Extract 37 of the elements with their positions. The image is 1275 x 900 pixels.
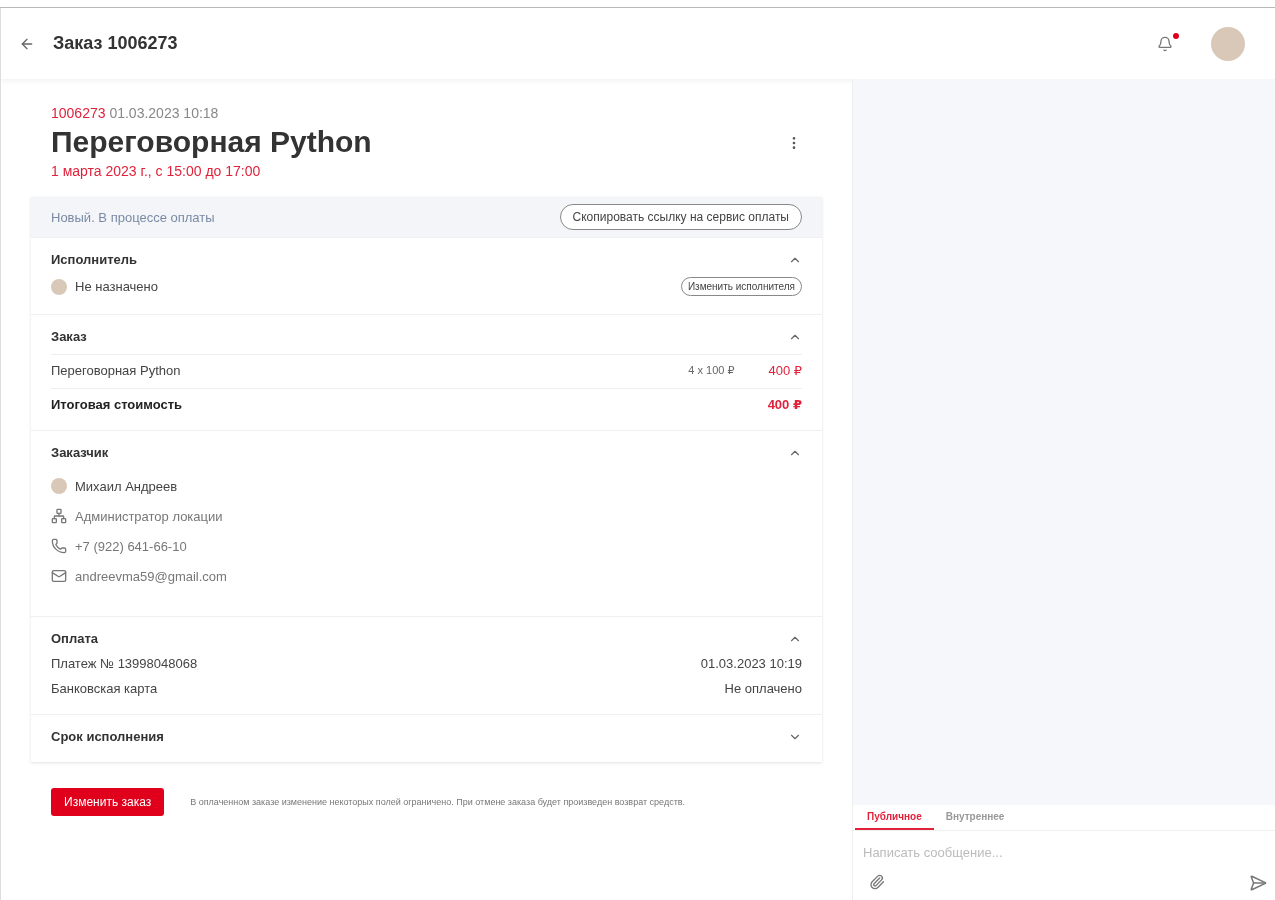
edit-order-button[interactable]: Изменить заказ (51, 788, 165, 816)
paperclip-icon[interactable] (869, 874, 885, 892)
section-title: Оплата (51, 631, 99, 646)
footer-note: В оплаченном заказе изменение некоторых полей ограничено. При отмене заказа будет произведен возврат средств. (190, 797, 686, 807)
order-meta: 1006273 01.03.2023 10:18 (51, 105, 220, 121)
customer-role: Администратор локации (75, 508, 223, 524)
change-performer-button[interactable]: Изменить исполнителя (680, 277, 802, 296)
notification-bell-icon[interactable] (1157, 35, 1173, 52)
section-title: Заказ (51, 329, 87, 344)
performer-name: Не назначено (75, 279, 159, 294)
item-name: Переговорная Python (51, 363, 182, 378)
order-title: Переговорная Python (51, 125, 372, 159)
page-title: Заказ 1006273 (53, 33, 179, 54)
order-schedule: 1 марта 2023 г., с 15:00 до 17:00 (51, 163, 262, 179)
chat-tab[interactable]: Внутреннее (933, 805, 1017, 830)
payment-date: 01.03.2023 10:19 (700, 656, 802, 671)
section-title: Заказчик (51, 445, 109, 460)
item-quantity: 4 x 100 ₽ (688, 364, 735, 377)
total-label: Итоговая стоимость (51, 397, 184, 412)
customer-email: andreevma59@gmail.com (75, 568, 227, 584)
payment-method: Банковская карта (51, 681, 159, 696)
avatar-icon (51, 478, 67, 494)
section-title: Исполнитель (51, 252, 137, 267)
copy-link-button[interactable]: Скопировать ссылку на сервис оплаты (559, 204, 802, 230)
section-title: Срок исполнения (51, 729, 164, 744)
payment-number: Платеж № 13998048068 (51, 656, 199, 671)
item-price: 400 ₽ (768, 363, 802, 378)
send-icon[interactable] (1249, 874, 1267, 892)
phone-icon (51, 538, 67, 554)
hierarchy-icon (51, 508, 67, 524)
total-price: 400 ₽ (767, 397, 802, 412)
avatar-icon (51, 278, 67, 295)
order-status: Новый. В процессе оплаты (51, 209, 215, 225)
payment-status: Не оплачено (724, 681, 802, 696)
mail-icon (51, 568, 67, 584)
customer-phone: +7 (922) 641-66-10 (75, 538, 187, 554)
customer-name: Михаил Андреев (75, 478, 178, 494)
